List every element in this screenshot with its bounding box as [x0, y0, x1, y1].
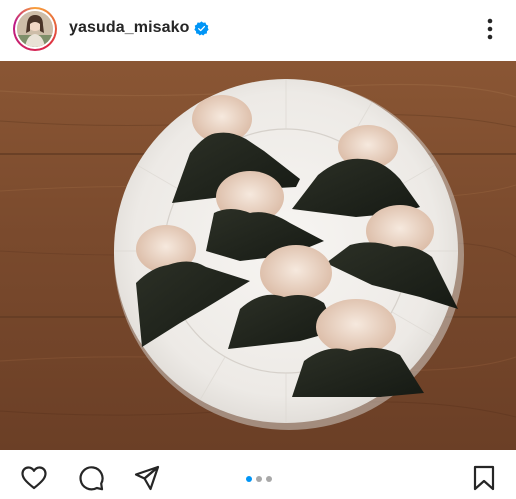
comment-icon[interactable] [77, 464, 105, 492]
avatar-border [15, 9, 55, 49]
carousel-dot-1[interactable] [246, 476, 252, 482]
share-icon[interactable] [133, 464, 161, 492]
post-header: yasuda_misako [0, 0, 516, 60]
more-options-icon[interactable] [480, 16, 500, 42]
carousel-indicator [246, 476, 272, 482]
instagram-post: yasuda_misako [0, 0, 516, 499]
avatar-image [17, 11, 53, 47]
username[interactable]: yasuda_misako [69, 19, 189, 37]
heart-icon[interactable] [20, 464, 48, 492]
post-photo[interactable] [0, 61, 516, 450]
carousel-dot-3[interactable] [266, 476, 272, 482]
avatar[interactable] [13, 7, 57, 51]
carousel-dot-2[interactable] [256, 476, 262, 482]
bookmark-icon[interactable] [470, 464, 498, 492]
username-row: yasuda_misako [69, 19, 210, 37]
verified-badge-icon [194, 20, 210, 36]
